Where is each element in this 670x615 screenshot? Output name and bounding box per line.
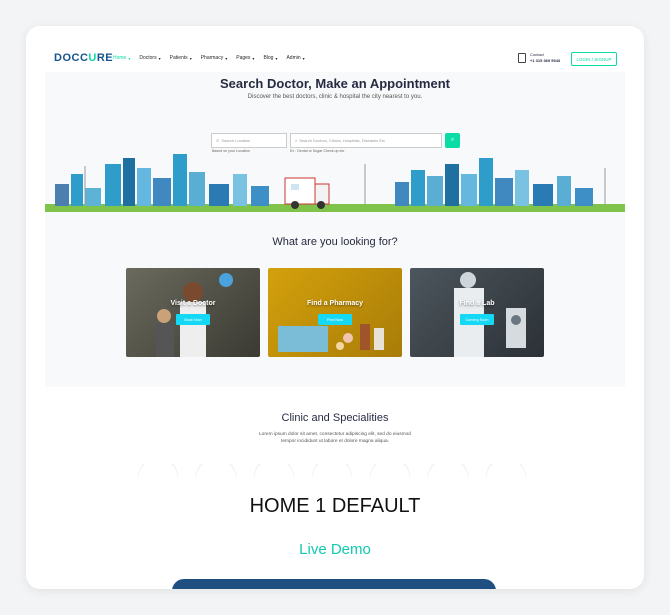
city-skyline-illustration — [45, 154, 625, 212]
hero-title: Search Doctor, Make an Appointment — [220, 76, 450, 91]
chevron-down-icon: ▾ — [302, 55, 305, 61]
tile-label: Find a Lab — [459, 300, 495, 307]
nav-label: Pages — [236, 55, 251, 61]
chevron-down-icon: ▾ — [189, 55, 192, 61]
nav-item-blog[interactable]: Blog ▾ — [263, 55, 277, 61]
lab-photo — [454, 272, 526, 357]
demo-name-label: HOME 1 DEFAULT — [249, 495, 421, 517]
bottom-bar — [172, 579, 496, 589]
nav-label: Patients — [169, 55, 188, 61]
chevron-down-icon: ▾ — [275, 55, 278, 61]
tile-label: Visit a Doctor — [170, 300, 216, 307]
location-placeholder: Search Location — [221, 138, 251, 143]
clinic-subtitle: Lorem ipsum dolor sit amet, consectetur … — [26, 431, 644, 445]
search-icon: ⌕ — [295, 138, 298, 143]
doctor-placeholder: Search Doctors, Clinics, Hospitals, Dise… — [299, 138, 386, 143]
pharmacy-photo — [278, 324, 384, 352]
hero-subtitle: Discover the best doctors, clinic & hosp… — [247, 94, 423, 100]
fade-overlay — [26, 456, 644, 486]
tile-find-lab[interactable]: Find a Lab Coming Soon — [410, 268, 544, 357]
chevron-down-icon: ▾ — [252, 55, 255, 61]
chevron-down-icon: ▾ — [225, 55, 228, 61]
site-logo[interactable]: DOCCURE — [54, 52, 113, 64]
nav-label: Doctors — [139, 55, 157, 61]
nav-item-doctors[interactable]: Doctors ▾ — [139, 55, 160, 61]
clinic-line-1: Lorem ipsum dolor sit amet, consectetur … — [259, 432, 411, 437]
nav-item-patients[interactable]: Patients ▾ — [170, 55, 192, 61]
search-icon: ⌕ — [450, 137, 455, 143]
nav-item-admin[interactable]: Admin ▾ — [286, 55, 304, 61]
main-nav: Home ▾ Doctors ▾ Patients ▾ Pharmacy ▾ Pages… — [113, 55, 305, 61]
logo-text-accent: U — [88, 52, 97, 64]
phone-icon — [518, 53, 526, 63]
location-pin-icon: ⊙ — [216, 138, 220, 143]
tile-find-pharmacy[interactable]: Find a Pharmacy Find Now — [268, 268, 402, 357]
nav-label: Admin — [286, 55, 301, 61]
chevron-down-icon: ▾ — [128, 55, 131, 61]
tile-label: Find a Pharmacy — [306, 300, 364, 307]
contact-number: +1 315 369 5943 — [530, 58, 561, 63]
header-contact: Contact +1 315 369 5943 — [518, 52, 560, 64]
clinic-title: Clinic and Specialities — [281, 412, 389, 424]
logo-text-main: DOCC — [54, 52, 89, 64]
clinic-line-2: tempor incididunt ut labore et dolore ma… — [281, 439, 389, 444]
coming-soon-button[interactable]: Coming Soon — [460, 314, 494, 325]
looking-for-title: What are you looking for? — [272, 236, 398, 248]
logo-text-end: RE — [96, 52, 114, 64]
find-now-button[interactable]: Find Now — [318, 314, 352, 325]
book-now-button[interactable]: Book Now — [176, 314, 210, 325]
nav-item-pages[interactable]: Pages ▾ — [236, 55, 254, 61]
nav-item-home[interactable]: Home ▾ — [113, 55, 130, 61]
nav-label: Blog — [263, 55, 274, 61]
tile-visit-doctor[interactable]: Visit a Doctor Book Now — [126, 268, 260, 357]
chevron-down-icon: ▾ — [158, 55, 161, 61]
nav-item-pharmacy[interactable]: Pharmacy ▾ — [201, 55, 228, 61]
nav-label: Pharmacy — [200, 55, 224, 61]
nav-label: Home — [113, 55, 127, 61]
login-signup-button[interactable]: LOGIN / SIGNUP — [571, 52, 617, 66]
doctor-photo — [156, 273, 233, 357]
preview-card: DOCCURE Home ▾ Doctors ▾ Patients ▾ Pharmac… — [26, 26, 644, 589]
live-demo-link[interactable]: Live Demo — [26, 541, 644, 558]
